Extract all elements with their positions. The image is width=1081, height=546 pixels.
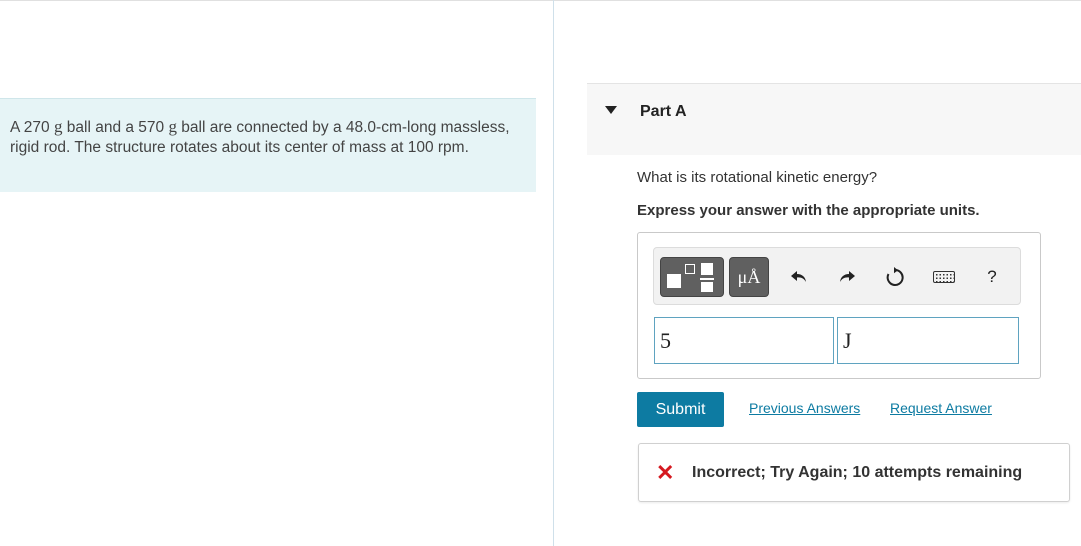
incorrect-x-icon: ✕	[656, 460, 675, 485]
keyboard-icon[interactable]	[931, 264, 957, 290]
answer-value-input[interactable]: 5	[654, 317, 834, 364]
feedback-box: ✕ Incorrect; Try Again; 10 attempts rema…	[638, 443, 1070, 502]
math-toolbar: μÅ ?	[653, 247, 1021, 305]
part-title: Part A	[640, 103, 687, 120]
top-border	[0, 0, 1081, 1]
part-a-header[interactable]: Part A	[587, 83, 1081, 155]
reset-icon[interactable]	[882, 264, 908, 290]
answer-unit-input[interactable]: J	[837, 317, 1019, 364]
pane-divider	[553, 0, 554, 546]
feedback-message: Incorrect; Try Again; 10 attempts remain…	[692, 464, 1023, 481]
problem-text-1: A 270	[10, 119, 54, 136]
caret-down-icon[interactable]	[605, 106, 617, 114]
answer-box: μÅ ? 5 J	[637, 232, 1041, 379]
instruction-text: Express your answer with the appropriate…	[637, 202, 980, 219]
question-text: What is its rotational kinetic energy?	[637, 169, 878, 186]
request-answer-link[interactable]: Request Answer	[890, 400, 992, 416]
units-icon[interactable]: μÅ	[729, 257, 769, 297]
help-icon[interactable]: ?	[979, 264, 1005, 290]
previous-answers-link[interactable]: Previous Answers	[749, 400, 860, 416]
undo-icon[interactable]	[786, 264, 812, 290]
problem-text-2: ball and a 570	[62, 119, 169, 136]
submit-button[interactable]: Submit	[637, 392, 724, 427]
templates-icon[interactable]	[660, 257, 724, 297]
unit-gram-2: g	[168, 117, 177, 136]
redo-icon[interactable]	[834, 264, 860, 290]
problem-statement: A 270 g ball and a 570 g ball are connec…	[0, 98, 536, 192]
